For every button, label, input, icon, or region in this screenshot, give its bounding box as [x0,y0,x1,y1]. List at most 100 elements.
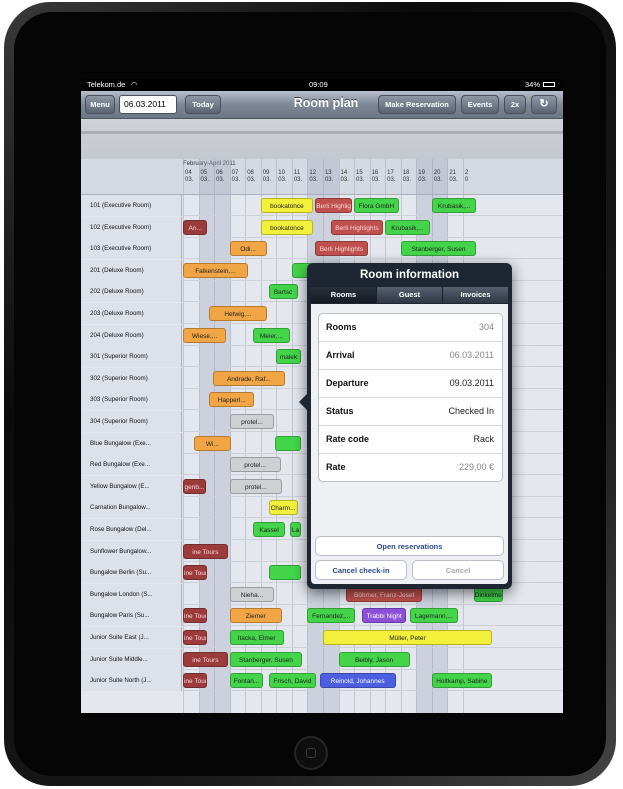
rate-row[interactable]: Rate 229,00 € [319,454,502,481]
menu-button[interactable]: Menu [85,95,115,114]
booking-bar[interactable]: genb... [183,478,206,494]
booking-bar[interactable]: Dinkelme [473,586,503,602]
booking-bar[interactable]: Reinold, Johannes [319,673,396,689]
cancel-check-in-button[interactable]: Cancel check-in [315,560,407,580]
room-label[interactable]: Blue Bungalow (Exe... [81,432,182,454]
tab-invoices[interactable]: Invoices [443,287,508,303]
toolbar: Menu 06.03.2011 Today Room plan Make Res… [81,91,563,119]
booking-bar[interactable] [274,435,301,451]
room-label[interactable]: Sunflower Bungalow... [81,540,182,562]
room-label[interactable]: Bungalow Paris (Su... [81,605,182,627]
status-value: Checked In [448,406,494,416]
zoom-button[interactable]: 2x [504,95,526,114]
room-label[interactable]: Bungalow London (S... [81,583,182,605]
tab-rooms[interactable]: Rooms [311,287,377,303]
month-number: 03. [216,177,225,183]
departure-value: 09.03.2011 [449,378,494,388]
booking-bar[interactable]: Stanberger, Susen [400,241,477,257]
booking-bar[interactable]: Fernandez,... [307,608,356,624]
booking-bar[interactable]: Flora GmbH [354,198,399,213]
booking-bar[interactable]: Hetwig,... [209,306,267,321]
booking-bar[interactable]: Stanberger, Susen [229,651,303,667]
booking-bar[interactable]: Itacka, Elmer [229,630,284,645]
room-label[interactable]: Junior Suite North (J... [81,670,182,692]
room-row: 102 (Executive Room) [81,216,563,238]
booking-bar[interactable]: Böhmer, Franz-Josef [346,586,423,602]
booking-bar[interactable]: protel... [229,457,281,473]
room-label[interactable]: 304 (Superior Room) [81,411,182,432]
booking-bar[interactable]: Fontan... [229,673,264,689]
room-label[interactable]: Red Bungalow (Exe... [81,454,182,476]
booking-bar[interactable]: Bartsc [268,284,298,300]
booking-bar[interactable]: Falkenstein,... [183,262,248,278]
day-label: 06 03. [216,170,232,184]
date-field[interactable]: 06.03.2011 [119,95,177,114]
booking-bar[interactable]: malek [276,349,301,365]
room-label[interactable]: Rose Bungalow (Del... [81,519,182,540]
day-number: 13 [324,170,332,176]
booking-bar[interactable]: Krubasik,... [385,219,430,235]
booking-bar[interactable]: ine Tours [183,630,208,645]
booking-bar[interactable]: Odi... [229,241,267,257]
month-number: 03. [324,177,334,183]
booking-bar[interactable]: ine Tours [183,673,208,689]
events-button[interactable]: Events [461,95,499,114]
room-label[interactable]: 101 (Executive Room) [81,195,182,216]
room-label[interactable]: 202 (Deluxe Room) [81,281,182,303]
room-label[interactable]: 203 (Deluxe Room) [81,303,182,324]
booking-bar[interactable]: Trabbi Night [361,608,407,624]
open-reservations-button[interactable]: Open reservations [315,536,504,556]
room-label[interactable]: 301 (Superior Room) [81,346,182,368]
room-label[interactable]: Carnation Bungalow... [81,497,182,519]
booking-bar[interactable]: bookatonce [260,198,314,213]
room-label[interactable]: Junior Suite Middle... [81,648,182,670]
booking-bar[interactable]: Wi... [193,435,231,451]
booking-bar[interactable]: Meier,... [252,327,290,343]
booking-bar[interactable]: Charm... [268,500,298,516]
booking-bar[interactable]: La [290,522,301,537]
booking-bar[interactable]: ine Tours [183,543,228,559]
booking-bar[interactable]: Berli Highlights [330,219,384,235]
booking-bar[interactable] [268,565,301,581]
make-reservation-button[interactable]: Make Reservation [378,95,456,114]
booking-bar[interactable]: Müller, Peter [322,630,492,645]
rate-code-row[interactable]: Rate code Rack [319,426,502,454]
room-label[interactable]: Junior Suite East (J... [81,627,182,648]
booking-bar[interactable]: Berli Highlig [315,198,353,213]
booking-bar[interactable]: Krubasik,... [431,198,477,213]
tab-guest[interactable]: Guest [377,287,443,303]
room-label[interactable]: 204 (Deluxe Room) [81,324,182,346]
booking-bar[interactable]: Nieha... [229,586,275,602]
booking-bar[interactable]: Frisch, David [268,673,317,689]
room-label[interactable]: 102 (Executive Room) [81,216,182,238]
today-button[interactable]: Today [185,95,221,114]
room-label[interactable]: Yellow Bungalow (E... [81,475,182,497]
refresh-button[interactable]: ↻ [531,95,557,114]
booking-bar[interactable]: Andrade, Raf... [212,370,286,386]
booking-bar[interactable]: Holtkamp, Sabine [431,673,492,689]
booking-bar[interactable]: ine Tours [183,608,208,624]
booking-bar[interactable]: Happerl... [209,392,255,408]
cancel-button[interactable]: Cancel [412,560,504,580]
booking-bar[interactable]: Wiese,... [183,327,227,343]
booking-bar[interactable]: bookatonce [260,219,314,235]
home-button[interactable] [294,736,328,770]
departure-row[interactable]: Departure 09.03.2011 [319,370,502,398]
popover-title: Room information [359,269,460,281]
booking-bar[interactable]: ine Tours [183,565,208,581]
booking-bar[interactable]: Beibly, Jason [338,651,410,667]
booking-bar[interactable]: Lagemann,... [410,608,458,624]
booking-bar[interactable]: Berli Highlights [315,241,368,257]
booking-bar[interactable]: ine Tours [183,651,228,667]
booking-bar[interactable]: protel... [229,478,283,494]
status-row: Status Checked In [319,398,502,426]
booking-bar[interactable]: Ziemer [229,608,283,624]
booking-bar[interactable]: protel... [229,414,275,429]
room-label[interactable]: 201 (Deluxe Room) [81,259,182,281]
room-label[interactable]: Bungalow Berlin (Su... [81,562,182,584]
room-label[interactable]: 303 (Superior Room) [81,389,182,411]
booking-bar[interactable]: An... [183,219,208,235]
room-label[interactable]: 302 (Superior Room) [81,367,182,389]
booking-bar[interactable]: Kassel [252,522,286,537]
room-label[interactable]: 103 (Executive Room) [81,238,182,260]
